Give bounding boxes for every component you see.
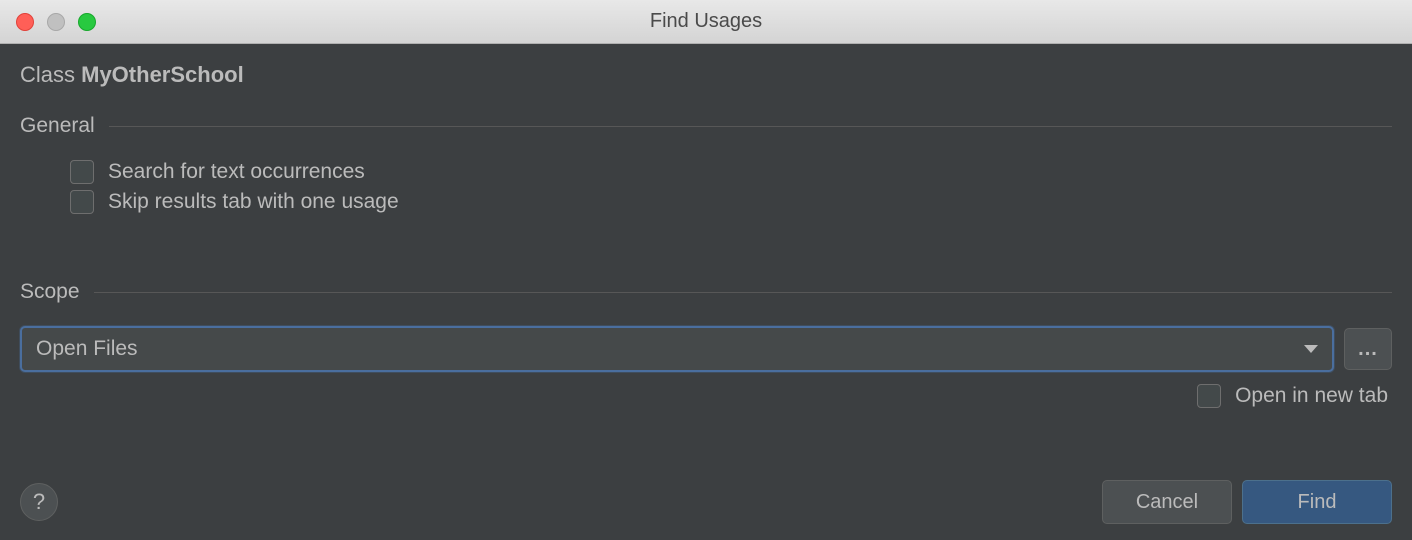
skip-results-tab-label: Skip results tab with one usage: [108, 190, 399, 214]
find-button[interactable]: Find: [1242, 480, 1392, 524]
find-button-label: Find: [1298, 491, 1337, 514]
traffic-lights: [16, 13, 96, 31]
footer-buttons: Cancel Find: [1102, 480, 1392, 524]
help-button[interactable]: ?: [20, 483, 58, 521]
ellipsis-icon: ...: [1358, 338, 1378, 361]
window-title: Find Usages: [0, 10, 1412, 33]
search-text-occurrences-row[interactable]: Search for text occurrences: [70, 160, 1392, 184]
search-text-occurrences-checkbox[interactable]: [70, 160, 94, 184]
scope-ellipsis-button[interactable]: ...: [1344, 328, 1392, 370]
open-in-new-tab-row[interactable]: Open in new tab: [20, 384, 1392, 408]
general-section-header: General: [20, 114, 1392, 138]
scope-label: Scope: [20, 280, 80, 304]
class-prefix: Class: [20, 62, 81, 87]
skip-results-tab-checkbox[interactable]: [70, 190, 94, 214]
minimize-window-button[interactable]: [47, 13, 65, 31]
scope-selected-value: Open Files: [36, 337, 138, 361]
maximize-window-button[interactable]: [78, 13, 96, 31]
class-name: MyOtherSchool: [81, 62, 244, 87]
search-text-occurrences-label: Search for text occurrences: [108, 160, 365, 184]
cancel-button[interactable]: Cancel: [1102, 480, 1232, 524]
scope-select[interactable]: Open Files: [20, 326, 1334, 372]
open-in-new-tab-checkbox[interactable]: [1197, 384, 1221, 408]
scope-section-header: Scope: [20, 280, 1392, 304]
dialog-footer: ? Cancel Find: [20, 480, 1392, 524]
general-label: General: [20, 114, 95, 138]
general-divider: [109, 126, 1392, 127]
class-header: Class MyOtherSchool: [20, 62, 1392, 88]
help-icon: ?: [33, 489, 45, 515]
cancel-button-label: Cancel: [1136, 491, 1198, 514]
titlebar[interactable]: Find Usages: [0, 0, 1412, 44]
scope-divider: [94, 292, 1392, 293]
chevron-down-icon: [1304, 345, 1318, 353]
dialog-content: Class MyOtherSchool General Search for t…: [0, 44, 1412, 540]
open-in-new-tab-label: Open in new tab: [1235, 384, 1388, 408]
general-options: Search for text occurrences Skip results…: [20, 160, 1392, 220]
scope-row: Open Files ...: [20, 326, 1392, 372]
close-window-button[interactable]: [16, 13, 34, 31]
skip-results-tab-row[interactable]: Skip results tab with one usage: [70, 190, 1392, 214]
